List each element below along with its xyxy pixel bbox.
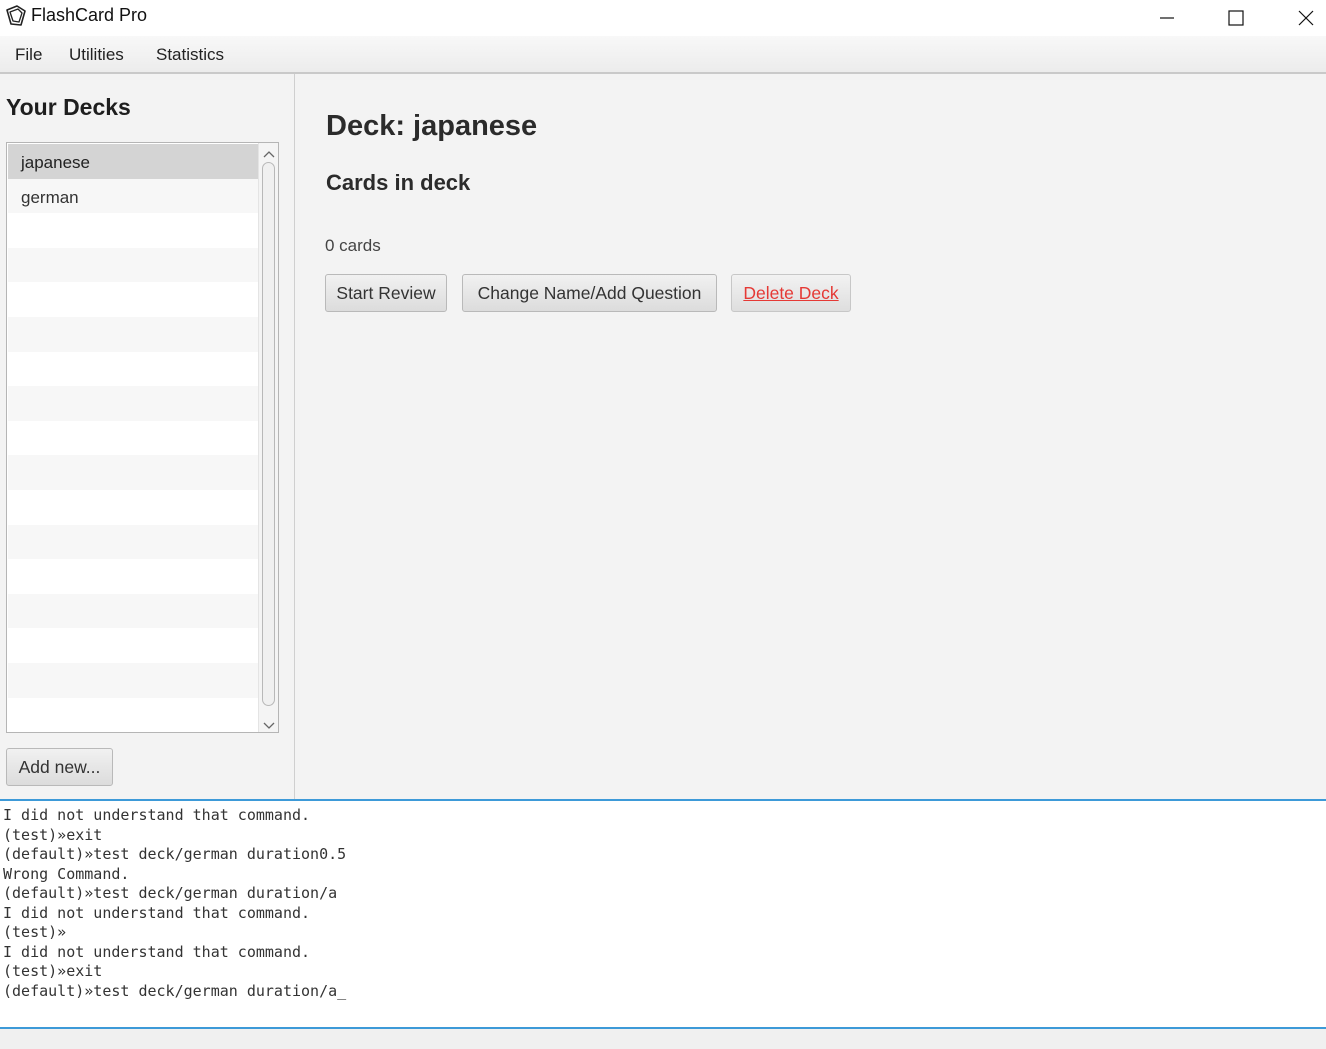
deck-list-empty-row (8, 213, 258, 248)
menu-utilities[interactable]: Utilities (69, 45, 124, 65)
command-console[interactable]: I did not understand that command. (test)… (0, 801, 1326, 1027)
menu-statistics[interactable]: Statistics (156, 45, 224, 65)
deck-list-empty-row (8, 317, 258, 352)
card-count: 0 cards (325, 236, 381, 255)
deck-list-empty-row (8, 351, 258, 387)
console-line: Wrong Command. (3, 864, 130, 883)
flashcard-icon (4, 4, 28, 28)
deck-list-item[interactable]: japanese (8, 144, 258, 179)
deck-list-empty-row (8, 386, 258, 421)
scrollbar-thumb[interactable] (262, 162, 275, 706)
deck-list-empty-row (8, 663, 258, 698)
console-line: (test)»exit (3, 962, 103, 980)
console-line: I did not understand that command. (3, 806, 311, 824)
deck-detail-panel: Deck: japanese Cards in deck 0 cards Sta… (296, 74, 1326, 800)
deck-list-empty-row (8, 282, 258, 317)
deck-list-empty-row (8, 247, 258, 283)
scroll-up-icon[interactable] (263, 146, 275, 158)
start-review-button[interactable]: Start Review (325, 274, 447, 312)
deck-list-empty-row (8, 628, 258, 663)
deck-list[interactable]: japanese german (6, 142, 279, 733)
deck-title: Deck: japanese (326, 110, 538, 142)
deck-sidebar: Your Decks japanese german Add new... (0, 74, 295, 800)
delete-deck-button[interactable]: Delete Deck (731, 274, 851, 312)
menu-bar: File Utilities Statistics (0, 36, 1326, 74)
minimize-button[interactable] (1132, 0, 1202, 36)
close-icon (1298, 10, 1314, 26)
console-line: (default)»test deck/german duration/a (3, 884, 338, 902)
deck-list-item[interactable]: german (8, 178, 258, 214)
console-line: (test)»exit (3, 825, 103, 844)
status-bar (0, 1029, 1326, 1049)
console-line: (test)» (3, 923, 67, 941)
scroll-down-icon[interactable] (263, 718, 275, 729)
deck-list-empty-row (8, 697, 258, 732)
deck-list-empty-row (8, 420, 258, 456)
console-line: (default)»test deck/german duration0.5 (3, 845, 347, 863)
deck-list-empty-row (8, 455, 258, 490)
your-decks-heading: Your Decks (6, 94, 131, 120)
menu-file[interactable]: File (15, 45, 42, 65)
title-bar: FlashCard Pro (0, 0, 1326, 36)
maximize-icon (1228, 10, 1244, 26)
minimize-icon (1159, 10, 1175, 26)
window-title: FlashCard Pro (31, 5, 148, 25)
console-line: (default)»test deck/german duration/a_ (3, 981, 347, 1000)
change-name-button[interactable]: Change Name/Add Question (462, 274, 717, 312)
add-deck-button[interactable]: Add new... (6, 748, 113, 786)
deck-list-empty-row (8, 559, 258, 594)
maximize-button[interactable] (1201, 0, 1271, 36)
console-line: I did not understand that command. (3, 942, 311, 961)
deck-list-empty-row (8, 490, 258, 525)
cards-in-deck-heading: Cards in deck (326, 170, 471, 195)
close-button[interactable] (1271, 0, 1326, 36)
deck-list-scrollbar[interactable] (258, 143, 278, 732)
deck-list-empty-row (8, 524, 258, 560)
console-line: I did not understand that command. (3, 903, 311, 922)
deck-list-empty-row (8, 593, 258, 629)
